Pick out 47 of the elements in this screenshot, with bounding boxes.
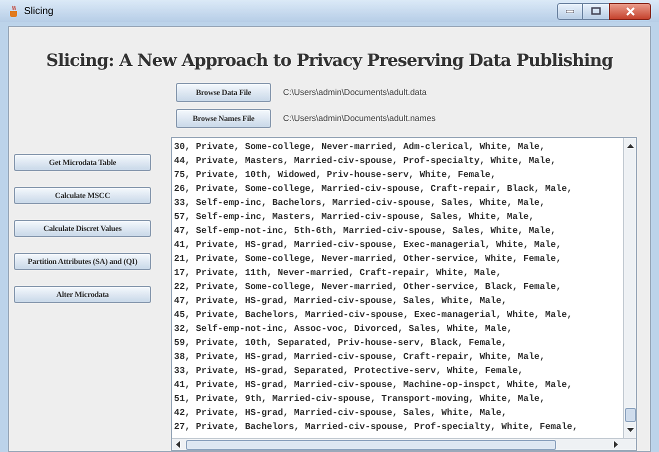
record-line: 26, Private, Some-college, Married-civ-spouse, Craft-repair, Black, Male,: [174, 182, 574, 196]
page-heading: Slicing: A New Approach to Privacy Preserving Data Publishing: [45, 50, 614, 73]
action-button[interactable]: Calculate Discret Values: [14, 220, 151, 237]
action-button[interactable]: Get Microdata Table: [14, 154, 151, 171]
scrollbar-thumb[interactable]: [186, 440, 556, 450]
record-line: 47, Private, HS-grad, Married-civ-spouse, Sales, White, Male,: [174, 294, 508, 308]
record-line: 42, Private, HS-grad, Married-civ-spouse, Sales, White, Male,: [174, 406, 508, 420]
record-line: 41, Private, HS-grad, Married-civ-spouse, Exec-managerial, White, Male,: [174, 238, 562, 252]
action-button[interactable]: Alter Microdata: [14, 286, 151, 303]
action-button[interactable]: Calculate MSCC: [14, 187, 151, 204]
record-line: 59, Private, 10th, Separated, Priv-house-serv, Black, Female,: [174, 336, 508, 350]
scroll-left-icon: [176, 441, 180, 448]
record-line: 47, Self-emp-not-inc, 5th-6th, Married-civ-spouse, Sales, White, Male,: [174, 224, 557, 238]
record-line: 32, Self-emp-not-inc, Assoc-voc, Divorced, Sales, White, Male,: [174, 322, 514, 336]
action-button[interactable]: Partition Attributes (SA) and (QI): [14, 253, 151, 270]
java-cup-icon: [8, 4, 20, 18]
close-icon: [626, 6, 634, 16]
record-line: 33, Self-emp-inc, Bachelors, Married-civ-spouse, Sales, White, Male,: [174, 196, 546, 210]
record-line: 57, Self-emp-inc, Masters, Married-civ-spouse, Sales, White, Male,: [174, 210, 536, 224]
maximize-button[interactable]: [583, 2, 609, 20]
record-line: 22, Private, Some-college, Never-married, Other-service, Black, Female,: [174, 280, 562, 294]
window-title: Slicing: [24, 4, 54, 18]
record-line: 41, Private, HS-grad, Married-civ-spouse, Machine-op-inspct, White, Male,: [174, 378, 574, 392]
record-line: 27, Private, Bachelors, Married-civ-spouse, Prof-specialty, White, Female,: [174, 420, 579, 434]
scroll-up-icon: [626, 144, 634, 148]
browse-button[interactable]: Browse Names File: [176, 109, 271, 128]
scroll-right-icon: [614, 441, 618, 448]
vertical-scrollbar[interactable]: [623, 138, 636, 438]
maximize-icon: [591, 7, 601, 15]
close-button[interactable]: [609, 2, 651, 20]
record-line: 21, Private, Some-college, Never-married, Other-service, White, Female,: [174, 252, 562, 266]
record-line: 75, Private, 10th, Widowed, Priv-house-serv, White, Female,: [174, 168, 497, 182]
scrollbar-thumb[interactable]: [624, 408, 636, 422]
record-line: 30, Private, Some-college, Never-married, Adm-clerical, White, Male,: [174, 140, 546, 154]
record-line: 17, Private, 11th, Never-married, Craft-repair, White, Male,: [174, 266, 502, 280]
file-path: C:\Users\admin\Documents\adult.names: [283, 112, 436, 125]
scroll-down-icon: [626, 428, 634, 432]
minimize-icon: [566, 10, 574, 12]
record-line: 33, Private, HS-grad, Separated, Protective-serv, White, Female,: [174, 364, 524, 378]
horizontal-scrollbar[interactable]: [172, 438, 636, 450]
record-line: 38, Private, HS-grad, Married-civ-spouse, Craft-repair, White, Male,: [174, 350, 546, 364]
record-line: 44, Private, Masters, Married-civ-spouse, Prof-specialty, White, Male,: [174, 154, 557, 168]
record-line: 51, Private, 9th, Married-civ-spouse, Transport-moving, White, Male,: [174, 392, 546, 406]
minimize-button[interactable]: [557, 2, 583, 20]
browse-button[interactable]: Browse Data File: [176, 83, 271, 102]
file-path: C:\Users\admin\Documents\adult.data: [283, 86, 427, 99]
record-line: 45, Private, Bachelors, Married-civ-spouse, Exec-managerial, White, Male,: [174, 308, 574, 322]
